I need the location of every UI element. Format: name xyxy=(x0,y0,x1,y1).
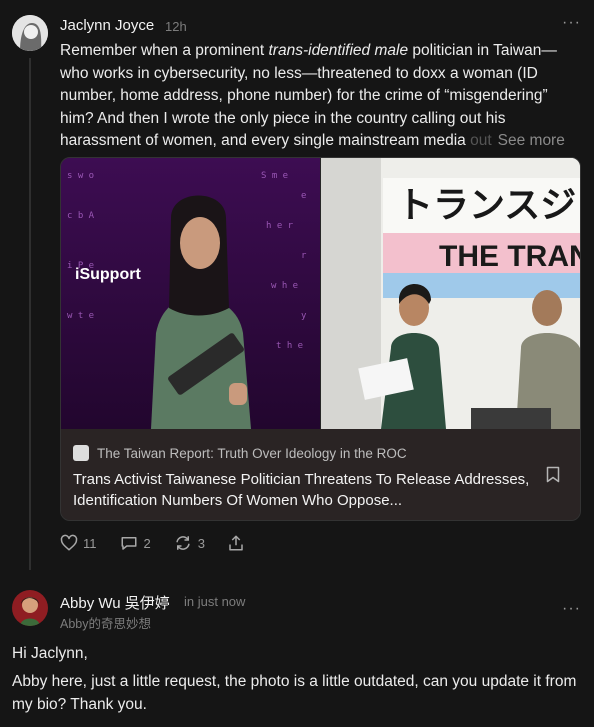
more-dots-icon[interactable]: ··· xyxy=(562,14,581,32)
post-text-italic: trans-identified male xyxy=(268,42,409,59)
svg-text:y: y xyxy=(301,311,307,321)
comment-icon xyxy=(121,537,136,550)
like-count: 11 xyxy=(83,535,97,551)
see-more-link[interactable]: See more xyxy=(491,132,565,149)
author-name[interactable]: Jaclynn Joyce xyxy=(60,17,154,34)
post-body: Remember when a prominent trans-identifi… xyxy=(60,40,582,153)
svg-text:t h e: t h e xyxy=(276,341,303,351)
svg-text:S m e: S m e xyxy=(261,171,288,181)
share-icon xyxy=(229,535,243,551)
restack-button[interactable]: 3 xyxy=(173,534,205,552)
svg-text:w h e: w h e xyxy=(271,281,298,291)
reply-avatar[interactable] xyxy=(12,590,48,626)
svg-text:e: e xyxy=(301,191,306,201)
reply-message: Abby here, just a little request, the ph… xyxy=(12,673,577,713)
author-avatar[interactable] xyxy=(12,15,48,51)
reply-greeting: Hi Jaclynn, xyxy=(12,645,88,662)
restack-icon xyxy=(175,536,190,550)
publication-name: The Taiwan Report: Truth Over Ideology i… xyxy=(97,446,407,461)
reply-author-name[interactable]: Abby Wu 吳伊婷 xyxy=(60,592,170,613)
restack-count: 3 xyxy=(197,535,205,551)
link-card[interactable]: s w oc b Ai P ew t e S m eh e rw h et h … xyxy=(60,157,581,521)
svg-text:h e r: h e r xyxy=(266,221,294,231)
post-text-1: Remember when a prominent xyxy=(60,42,269,59)
publication-row[interactable]: The Taiwan Report: Truth Over Ideology i… xyxy=(73,445,407,461)
post-actions: 11 2 3 xyxy=(60,534,272,552)
card-image-left: s w oc b Ai P ew t e S m eh e rw h et h … xyxy=(61,158,320,429)
reply-subtitle[interactable]: Abby的奇思妙想 xyxy=(60,613,151,632)
svg-text:s w o: s w o xyxy=(67,171,94,181)
like-button[interactable]: 11 xyxy=(60,534,97,552)
image-caption: iSupport xyxy=(75,266,141,283)
sign-jp-text: トランスジェ xyxy=(397,184,580,225)
publication-logo-icon xyxy=(73,445,89,461)
share-button[interactable] xyxy=(227,534,250,552)
svg-text:r: r xyxy=(301,251,307,261)
thread-line xyxy=(29,58,31,570)
card-meta: The Taiwan Report: Truth Over Ideology i… xyxy=(61,429,580,520)
reply-time[interactable]: in just now xyxy=(184,594,245,609)
card-image-right: トランスジェ THE TRANS xyxy=(321,158,580,429)
bookmark-icon[interactable] xyxy=(546,466,560,488)
post-text-faded: out xyxy=(470,132,492,149)
sign-en-text: THE TRANS xyxy=(439,240,580,273)
comment-button[interactable]: 2 xyxy=(119,534,151,552)
post-time[interactable]: 12h xyxy=(165,19,187,34)
comment-count: 2 xyxy=(143,535,151,551)
svg-text:w t e: w t e xyxy=(67,311,94,321)
svg-text:c b A: c b A xyxy=(67,211,95,221)
heart-icon xyxy=(60,534,78,551)
article-title[interactable]: Trans Activist Taiwanese Politician Thre… xyxy=(73,469,533,511)
reply-more-dots-icon[interactable]: ··· xyxy=(562,600,581,618)
